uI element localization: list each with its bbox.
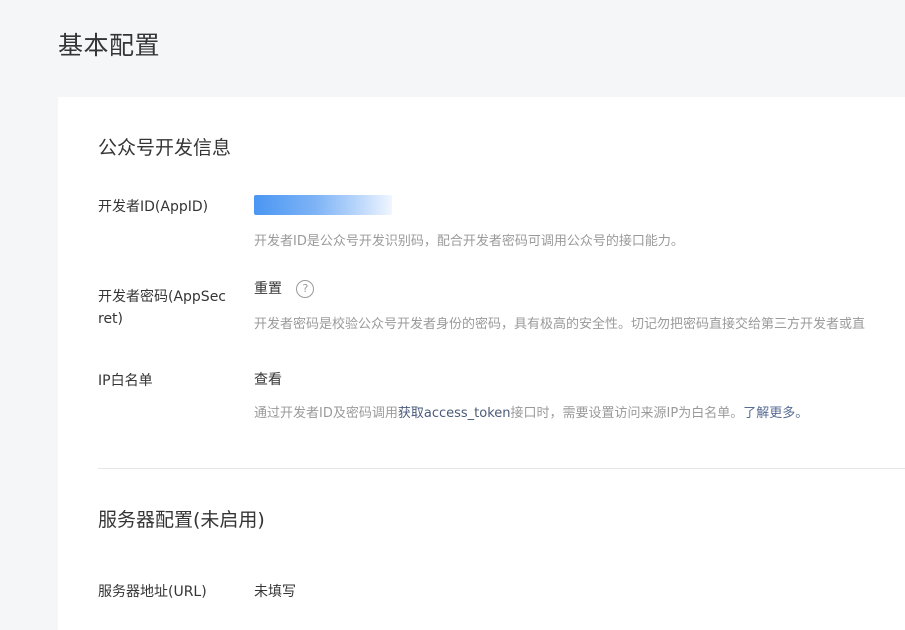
server-url-value: 未填写 — [254, 584, 296, 600]
appsecret-label: 开发者密码(AppSec ret) — [98, 286, 238, 330]
ip-whitelist-tip: 通过开发者ID及密码调用获取access_token接口时，需要设置访问来源IP… — [254, 402, 808, 421]
appid-label: 开发者ID(AppID) — [98, 199, 209, 215]
appsecret-label-line2: ret) — [98, 311, 124, 327]
appsecret-tip: 开发者密码是校验公众号开发者身份的密码，具有极高的安全性。切记勿把密码直接交给第… — [254, 317, 866, 332]
dev-info-section-title: 公众号开发信息 — [98, 137, 232, 159]
server-url-label: 服务器地址(URL) — [98, 584, 207, 600]
appsecret-actions: 重置 ? — [254, 279, 315, 299]
view-ip-whitelist-link[interactable]: 查看 — [254, 370, 282, 390]
ip-tip-middle: 接口时，需要设置访问来源IP为白名单。 — [510, 406, 744, 421]
appid-tip: 开发者ID是公众号开发识别码，配合开发者密码可调用公众号的接口能力。 — [254, 234, 684, 249]
page-title: 基本配置 — [58, 31, 161, 60]
access-token-link[interactable]: 获取access_token — [398, 406, 511, 421]
appid-value-masked[interactable] — [254, 195, 392, 215]
section-divider — [98, 468, 905, 469]
learn-more-link[interactable]: 了解更多。 — [743, 406, 808, 421]
ip-tip-prefix: 通过开发者ID及密码调用 — [254, 406, 398, 421]
appsecret-label-line1: 开发者密码(AppSec — [98, 289, 227, 305]
question-circle-icon[interactable]: ? — [296, 280, 315, 298]
config-card: 公众号开发信息 开发者ID(AppID) 开发者ID是公众号开发识别码，配合开发… — [58, 97, 905, 630]
server-config-section-title: 服务器配置(未启用) — [98, 509, 265, 531]
ip-whitelist-label: IP白名单 — [98, 373, 153, 389]
reset-secret-button[interactable]: 重置 — [254, 281, 282, 297]
